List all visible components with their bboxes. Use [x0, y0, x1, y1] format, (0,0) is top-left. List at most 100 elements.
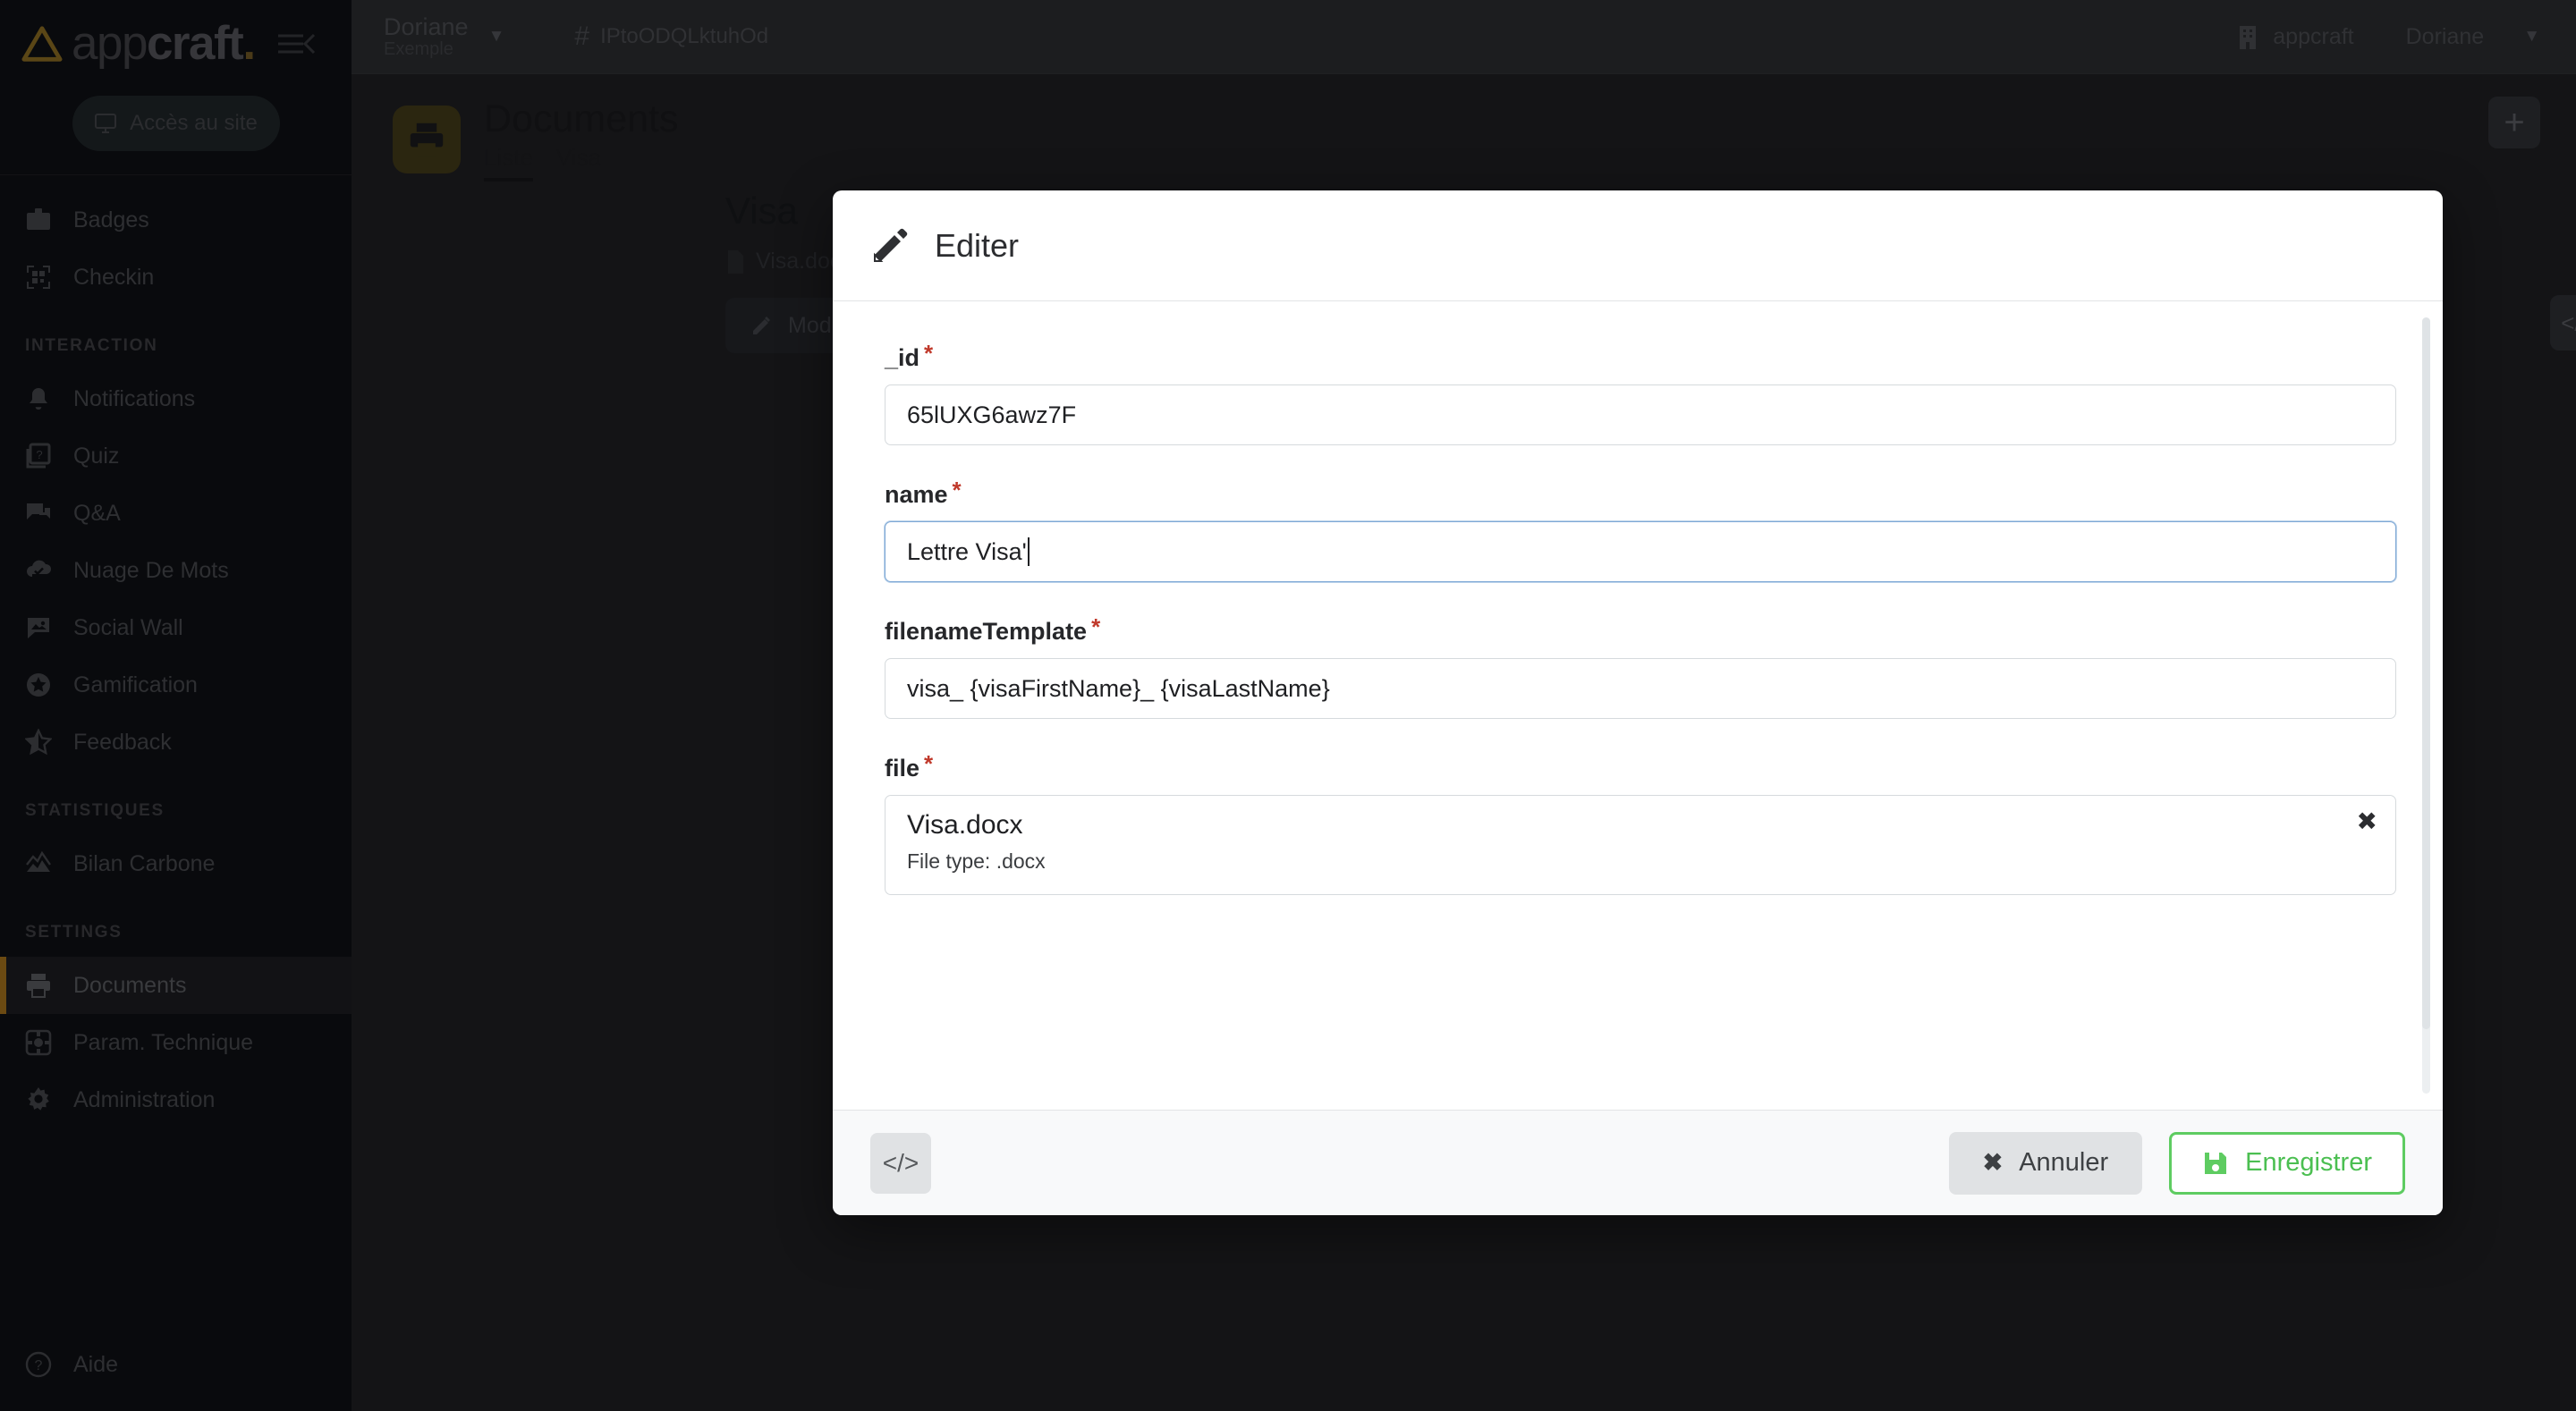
badge-icon	[25, 207, 52, 233]
cancel-label: Annuler	[2019, 1148, 2108, 1178]
edit-modal: Editer _id * 65lUXG6awz7F name *	[833, 190, 2443, 1215]
save-label: Enregistrer	[2245, 1148, 2372, 1178]
field-id-value: 65lUXG6awz7F	[907, 401, 1076, 429]
remove-file-icon[interactable]: ✖	[2357, 807, 2377, 836]
sidebar-item-qa[interactable]: Q&A	[0, 485, 352, 542]
save-icon	[2202, 1150, 2229, 1177]
appcraft-triangle-icon	[21, 25, 63, 63]
sidebar-divider	[0, 174, 352, 175]
field-file-label-text: file	[885, 755, 919, 782]
site-access-label: Accès au site	[130, 111, 258, 136]
star-filled-icon	[25, 672, 52, 698]
required-asterisk: *	[924, 755, 933, 773]
field-filename-template-label-text: filenameTemplate	[885, 618, 1087, 646]
sidebar-label: Notifications	[73, 386, 195, 412]
sidebar-item-param-technique[interactable]: Param. Technique	[0, 1014, 352, 1071]
pencil-icon	[870, 226, 910, 266]
modal-body: _id * 65lUXG6awz7F name * Lettre Visa'	[833, 301, 2443, 1110]
modal-header: Editer	[833, 190, 2443, 301]
sidebar-label: Documents	[73, 973, 186, 999]
sidebar-item-social-wall[interactable]: Social Wall	[0, 599, 352, 656]
field-name: name * Lettre Visa'	[885, 481, 2391, 582]
sidebar-label: Q&A	[73, 501, 121, 527]
field-filename-template-value: visa_ {visaFirstName}_ {visaLastName}	[907, 675, 1330, 703]
qrcode-icon	[25, 264, 52, 291]
sidebar-label: Param. Technique	[73, 1030, 253, 1056]
site-access-button[interactable]: Accès au site	[72, 96, 280, 151]
quiz-icon: ?	[25, 443, 52, 469]
text-cursor	[1028, 537, 1030, 566]
chat-icon	[25, 500, 52, 527]
cancel-button[interactable]: ✖ Annuler	[1949, 1132, 2143, 1195]
modal-scrollbar-thumb[interactable]	[2422, 317, 2430, 1029]
sidebar-spacer	[0, 1128, 352, 1354]
collapse-sidebar-icon[interactable]	[276, 29, 316, 59]
main-area: Doriane Exemple ▼ # IPtoODQLktuhOd appcr…	[352, 0, 2576, 1411]
app-root: appcraft. Accès au site Badges Checkin I…	[0, 0, 2576, 1411]
required-asterisk: *	[953, 481, 962, 500]
monitor-icon	[94, 112, 117, 135]
modal-footer-actions: ✖ Annuler Enregistrer	[1949, 1132, 2405, 1195]
field-file-box[interactable]: Visa.docx File type: .docx ✖	[885, 795, 2396, 895]
brand-craft: craft	[147, 17, 242, 70]
sidebar-item-checkin[interactable]: Checkin	[0, 249, 352, 306]
sidebar-label: Social Wall	[73, 615, 183, 641]
sidebar-label: Aide	[73, 1352, 118, 1378]
field-file-label: file *	[885, 755, 933, 782]
star-half-icon	[25, 729, 52, 756]
modal-title: Editer	[935, 227, 1019, 265]
svg-text:?: ?	[35, 1358, 43, 1373]
gear-icon	[25, 1086, 52, 1113]
sidebar-item-gamification[interactable]: Gamification	[0, 656, 352, 714]
brand-app: app	[72, 17, 147, 70]
field-id: _id * 65lUXG6awz7F	[885, 344, 2391, 445]
sidebar-item-aide[interactable]: ? Aide	[0, 1354, 352, 1411]
sidebar-label: Feedback	[73, 730, 172, 756]
brand-dot: .	[242, 17, 254, 70]
cloud-check-icon	[25, 557, 52, 584]
field-filename-template-input[interactable]: visa_ {visaFirstName}_ {visaLastName}	[885, 658, 2396, 719]
sidebar-label: Nuage De Mots	[73, 558, 229, 584]
brand-wordmark: appcraft.	[72, 20, 255, 67]
sidebar-label: Administration	[73, 1087, 215, 1113]
close-icon: ✖	[1983, 1149, 2004, 1177]
field-name-label: name *	[885, 481, 962, 509]
sidebar-item-bilan-carbone[interactable]: Bilan Carbone	[0, 835, 352, 892]
sidebar-item-notifications[interactable]: Notifications	[0, 370, 352, 427]
bell-icon	[25, 385, 52, 412]
sidebar-section-settings: SETTINGS	[0, 892, 352, 957]
field-id-label-text: _id	[885, 344, 919, 372]
sidebar-item-administration[interactable]: Administration	[0, 1071, 352, 1128]
sidebar-item-nuage-de-mots[interactable]: Nuage De Mots	[0, 542, 352, 599]
save-button[interactable]: Enregistrer	[2169, 1132, 2405, 1195]
field-name-value: Lettre Visa'	[907, 538, 1027, 566]
sidebar-item-feedback[interactable]: Feedback	[0, 714, 352, 771]
field-filename-template-label: filenameTemplate *	[885, 618, 1100, 646]
field-file: file * Visa.docx File type: .docx ✖	[885, 755, 2391, 895]
required-asterisk: *	[1091, 618, 1100, 637]
field-id-input[interactable]: 65lUXG6awz7F	[885, 384, 2396, 445]
sidebar-label: Checkin	[73, 265, 154, 291]
uploaded-file-type: File type: .docx	[907, 849, 2374, 874]
svg-text:?: ?	[36, 448, 42, 461]
uploaded-file-name: Visa.docx	[907, 810, 2374, 841]
sidebar-label: Gamification	[73, 672, 198, 698]
field-filename-template: filenameTemplate * visa_ {visaFirstName}…	[885, 618, 2391, 719]
modal-footer: </> ✖ Annuler Enregistrer	[833, 1110, 2443, 1215]
field-id-label: _id *	[885, 344, 933, 372]
sidebar-section-statistiques: STATISTIQUES	[0, 771, 352, 835]
sidebar-item-badges[interactable]: Badges	[0, 191, 352, 249]
printer-icon	[25, 972, 52, 999]
field-name-label-text: name	[885, 481, 948, 509]
help-circle-icon: ?	[25, 1351, 52, 1378]
modal-view-code-button[interactable]: </>	[870, 1133, 931, 1194]
sidebar-label: Badges	[73, 207, 149, 233]
field-name-input[interactable]: Lettre Visa'	[885, 521, 2396, 582]
image-icon	[25, 614, 52, 641]
sidebar-label: Quiz	[73, 444, 119, 469]
sidebar-item-quiz[interactable]: ? Quiz	[0, 427, 352, 485]
sidebar-section-interaction: INTERACTION	[0, 306, 352, 370]
sidebar-item-documents[interactable]: Documents	[0, 957, 352, 1014]
gear-cog-icon	[25, 1029, 52, 1056]
brand-logo[interactable]: appcraft.	[0, 0, 352, 80]
